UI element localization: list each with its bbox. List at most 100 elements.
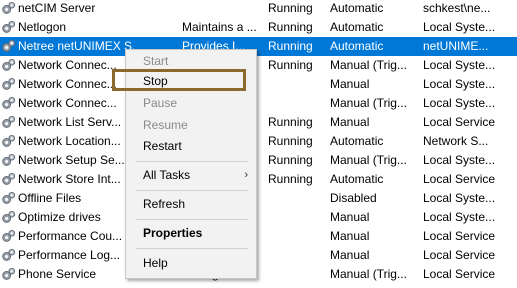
service-status: Running xyxy=(268,58,313,72)
service-row[interactable]: Network List Serv... Running Manual Local S… xyxy=(0,113,517,132)
service-name: Network Connec... xyxy=(18,77,117,91)
service-log-on-as: Local Syste... xyxy=(423,210,496,224)
service-name: Netree netUNIMEX S... xyxy=(18,39,136,53)
service-row[interactable]: netCIM Server Running Automatic schkest\ne.… xyxy=(0,0,517,18)
menu-item-restart-label: Restart xyxy=(143,139,182,153)
service-startup-type: Manual xyxy=(330,77,370,91)
menu-item-resume-label: Resume xyxy=(143,118,188,132)
service-startup-type: Manual xyxy=(330,248,370,262)
service-startup-type: Manual (Trig... xyxy=(330,96,407,110)
menu-item-help[interactable]: Help xyxy=(126,253,256,273)
service-startup-type: Automatic xyxy=(330,1,384,15)
service-row[interactable]: Performance Cou... Manual Local Service xyxy=(0,227,517,246)
service-row[interactable]: Network Connec... Running Manual (Trig... L… xyxy=(0,56,517,75)
service-startup-type: Manual xyxy=(330,229,370,243)
service-status: Running xyxy=(268,39,313,53)
service-name: Performance Cou... xyxy=(18,229,123,243)
service-description: Maintains a ... xyxy=(182,20,257,34)
gear-icon xyxy=(1,77,16,92)
service-log-on-as: Local Service xyxy=(423,229,496,243)
service-name: Network Setup Se... xyxy=(18,153,125,167)
service-log-on-as: Local Service xyxy=(423,248,496,262)
service-status xyxy=(268,189,328,208)
service-status: Running xyxy=(268,172,313,186)
service-row[interactable]: Phone ServiceManages th...Manual (Trig..… xyxy=(0,265,517,284)
service-startup-type: Automatic xyxy=(330,172,384,186)
service-status: Running xyxy=(268,20,313,34)
menu-separator xyxy=(136,219,248,220)
menu-item-properties-label: Properties xyxy=(143,226,203,240)
service-log-on-as: Local Syste... xyxy=(423,58,496,72)
gear-icon xyxy=(1,248,16,263)
service-status: Running xyxy=(268,1,313,15)
service-log-on-as: Local Syste... xyxy=(423,77,496,91)
service-log-on-as: Local Service xyxy=(423,115,496,129)
menu-item-pause[interactable]: Pause xyxy=(126,93,256,113)
service-status xyxy=(268,94,328,113)
gear-icon xyxy=(1,153,16,168)
service-row[interactable]: Performance Log... Manual Local Service xyxy=(0,246,517,265)
service-name: Netlogon xyxy=(18,20,67,34)
gear-icon xyxy=(1,58,16,73)
service-name: Network Location... xyxy=(18,134,121,148)
service-name: Offline Files xyxy=(18,191,82,205)
menu-item-properties[interactable]: Properties xyxy=(126,223,256,243)
menu-separator xyxy=(136,190,248,191)
service-row[interactable]: Offline Files Disabled Local Syste... xyxy=(0,189,517,208)
gear-icon xyxy=(1,39,16,54)
gear-icon xyxy=(1,1,16,16)
service-log-on-as: schkest\ne... xyxy=(423,1,491,15)
service-name: netCIM Server xyxy=(18,1,96,15)
service-row[interactable]: Netree netUNIMEX S... Provides I... Runnin… xyxy=(0,37,517,56)
service-startup-type: Automatic xyxy=(330,134,384,148)
service-log-on-as: Local Syste... xyxy=(423,153,496,167)
menu-item-all-tasks-label: All Tasks xyxy=(143,168,191,182)
menu-item-all-tasks[interactable]: All Tasks › xyxy=(126,165,256,185)
menu-item-help-label: Help xyxy=(143,256,168,270)
gear-icon xyxy=(1,20,16,35)
menu-item-pause-label: Pause xyxy=(143,96,178,110)
menu-item-restart[interactable]: Restart xyxy=(126,136,256,156)
service-log-on-as: Local Syste... xyxy=(423,20,496,34)
gear-icon xyxy=(1,172,16,187)
service-row[interactable]: Network Location... Running Automatic Netwo… xyxy=(0,132,517,151)
services-list: netCIM Server Running Automatic schkest\ne.… xyxy=(0,0,517,282)
service-row[interactable]: Network Connec... Manual Local Syste... xyxy=(0,75,517,94)
service-row[interactable]: Network Store Int... Running Automatic Loca… xyxy=(0,170,517,189)
service-startup-type: Manual (Trig... xyxy=(330,58,407,72)
menu-item-stop[interactable]: Stop xyxy=(126,71,256,91)
service-log-on-as: netUNIME... xyxy=(423,39,489,53)
menu-item-refresh-label: Refresh xyxy=(143,197,186,211)
service-description xyxy=(182,0,264,18)
gear-icon xyxy=(1,267,16,282)
service-name: Network List Serv... xyxy=(18,115,122,129)
menu-item-start-label: Start xyxy=(143,54,169,68)
menu-item-resume[interactable]: Resume xyxy=(126,115,256,135)
menu-item-refresh[interactable]: Refresh xyxy=(126,194,256,214)
service-row[interactable]: Network Connec... Manual (Trig... Local Sy… xyxy=(0,94,517,113)
service-startup-type: Manual xyxy=(330,210,370,224)
menu-item-start[interactable]: Start xyxy=(126,51,256,71)
service-log-on-as: Local Service xyxy=(423,172,496,186)
gear-icon xyxy=(1,229,16,244)
menu-separator xyxy=(136,248,248,249)
gear-icon xyxy=(1,191,16,206)
service-row[interactable]: Netlogon Maintains a ... Running Automatic L… xyxy=(0,18,517,37)
service-status xyxy=(268,246,328,265)
menu-separator xyxy=(136,161,248,162)
service-name: Phone Service xyxy=(18,267,97,281)
service-startup-type: Manual (Trig... xyxy=(330,267,407,281)
service-row[interactable]: Optimize drives Manual Local Syste... xyxy=(0,208,517,227)
service-log-on-as: Local Syste... xyxy=(423,191,496,205)
service-startup-type: Manual xyxy=(330,115,370,129)
service-status: Running xyxy=(268,134,313,148)
service-name: Network Store Int... xyxy=(18,172,121,186)
service-startup-type: Automatic xyxy=(330,39,384,53)
gear-icon xyxy=(1,134,16,149)
service-startup-type: Disabled xyxy=(330,191,377,205)
service-log-on-as: Network S... xyxy=(423,134,489,148)
service-startup-type: Automatic xyxy=(330,20,384,34)
service-status xyxy=(268,75,328,94)
service-log-on-as: Local Syste... xyxy=(423,96,496,110)
service-row[interactable]: Network Setup Se... Running Manual (Trig..… xyxy=(0,151,517,170)
